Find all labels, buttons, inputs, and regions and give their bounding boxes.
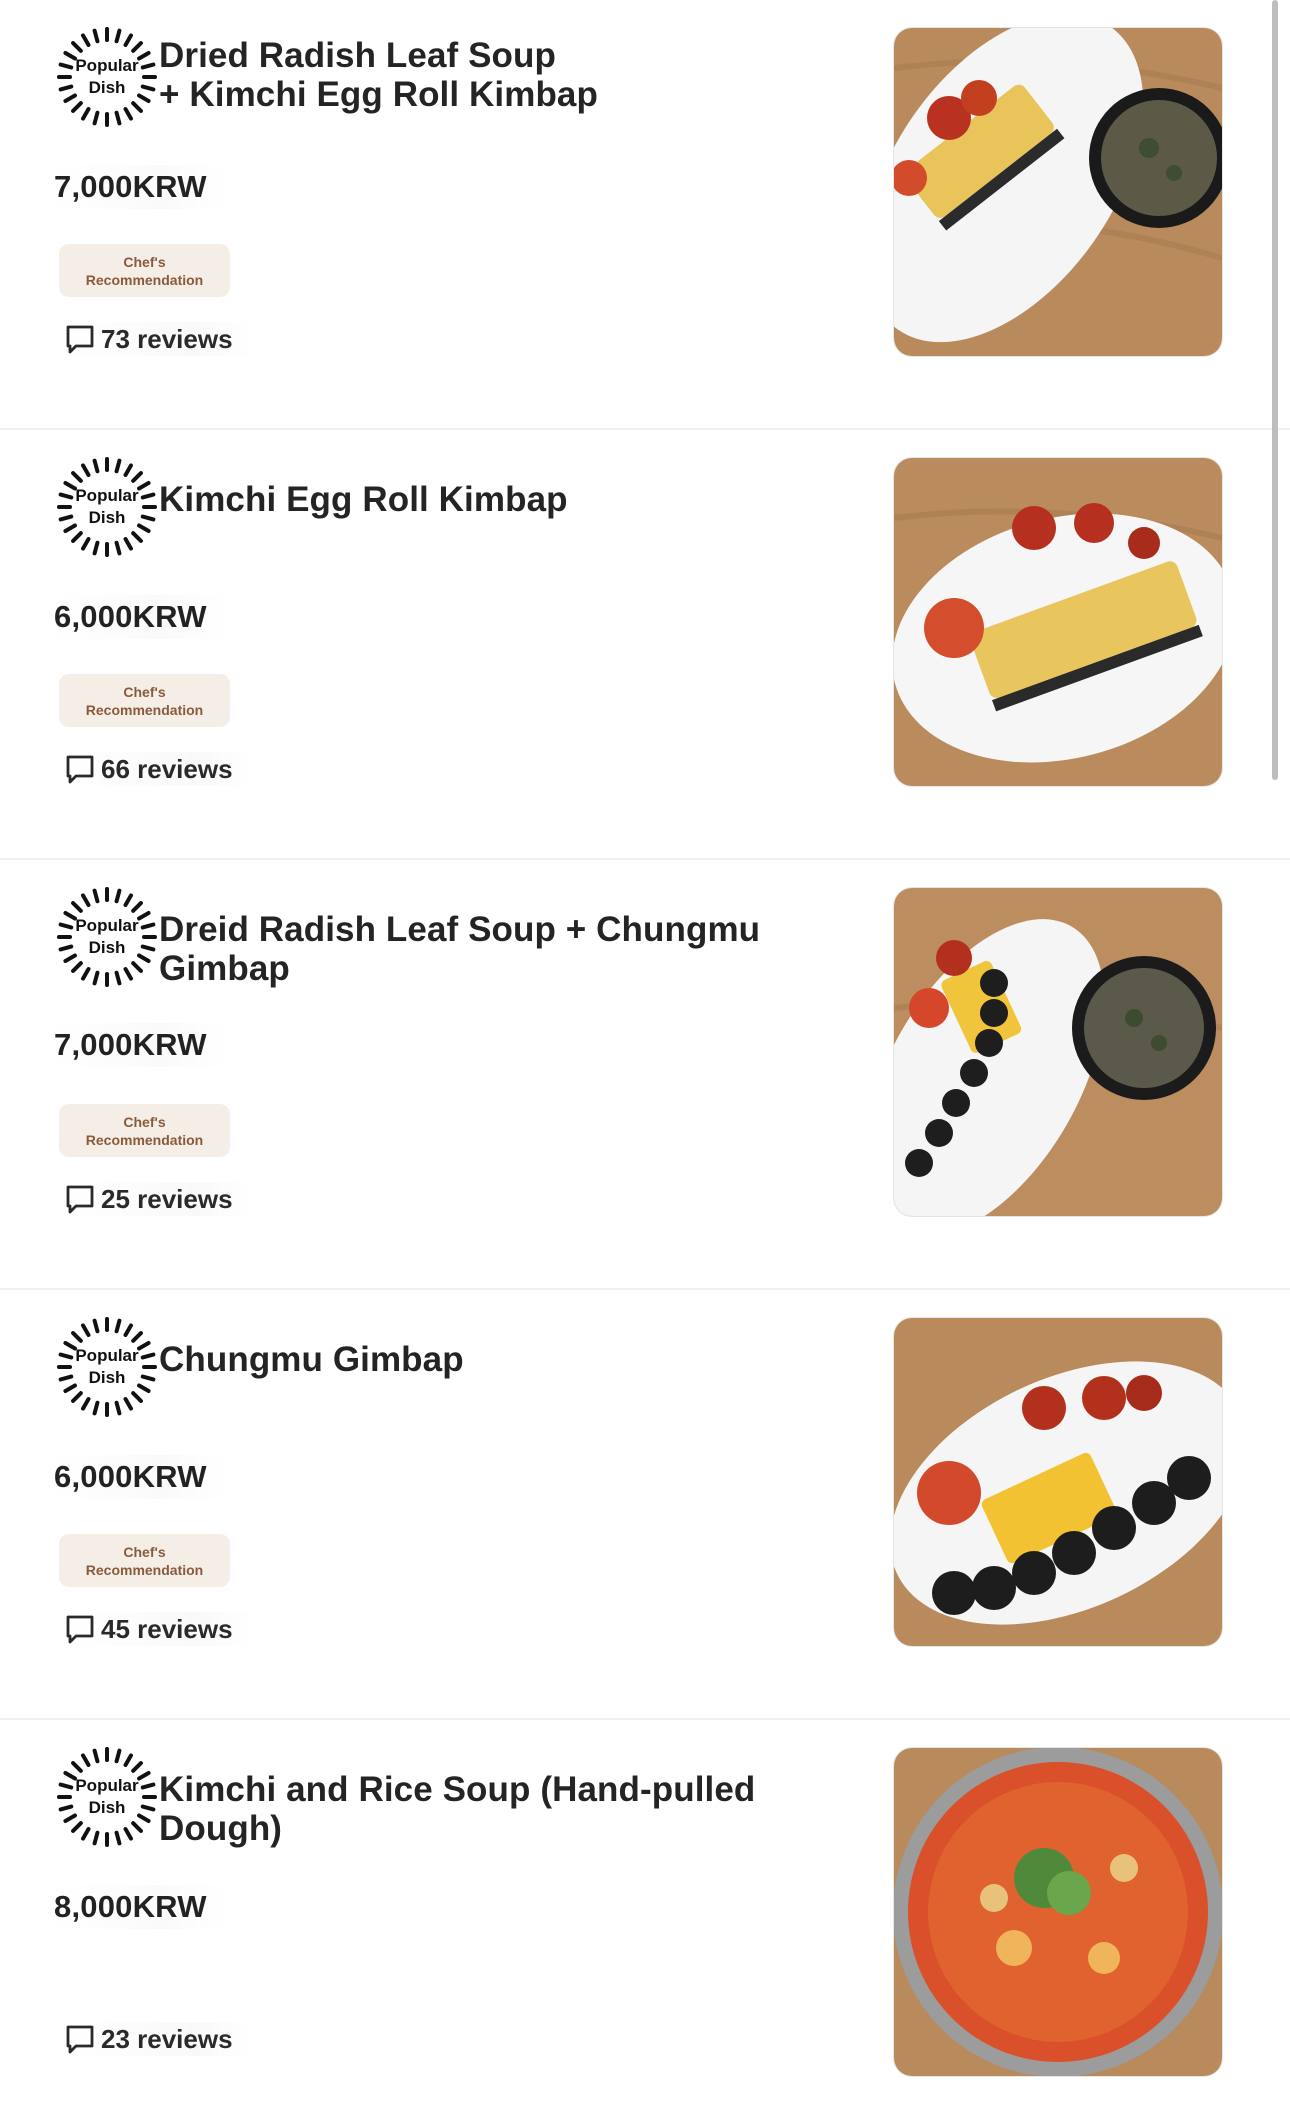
dish-name[interactable]: Chungmu Gimbap bbox=[159, 1318, 464, 1379]
popular-dish-badge: Popular Dish bbox=[57, 27, 157, 127]
comment-icon bbox=[66, 325, 94, 354]
reviews-count: 23 reviews bbox=[101, 2023, 233, 2054]
menu-item[interactable]: Popular Dish Dreid Radish Leaf Soup + Ch… bbox=[0, 860, 1290, 1290]
menu-item-header: Popular Dish Kimchi Egg Roll Kimbap bbox=[57, 457, 867, 557]
chef-badge-line-2: Recommendation bbox=[85, 1131, 204, 1148]
menu-page: Popular Dish Dried Radish Leaf Soup + Ki… bbox=[0, 0, 1290, 2115]
price: 8,000KRW bbox=[52, 1885, 231, 1929]
menu-item-header: Popular Dish Dried Radish Leaf Soup + Ki… bbox=[57, 27, 867, 127]
menu-item-header: Popular Dish Chungmu Gimbap bbox=[57, 1317, 867, 1417]
badge-line-2: Dish bbox=[88, 1798, 126, 1817]
chef-badge-line-2: Recommendation bbox=[85, 271, 204, 288]
popular-dish-badge: Popular Dish bbox=[57, 887, 157, 987]
badge-line-1: Popular bbox=[75, 916, 139, 935]
popular-dish-badge: Popular Dish bbox=[57, 1747, 157, 1847]
menu-item[interactable]: Popular Dish Kimchi Egg Roll Kimbap 6,00… bbox=[0, 430, 1290, 860]
comment-icon bbox=[66, 2025, 94, 2054]
chef-badge-line-1: Chef's bbox=[123, 683, 166, 700]
dish-name[interactable]: Kimchi and Rice Soup (Hand-pulled Dough) bbox=[159, 1748, 867, 1848]
chungmu-gimbap-photo[interactable] bbox=[894, 1318, 1222, 1646]
chef-recommendation-badge: Chef's Recommendation bbox=[59, 674, 230, 727]
reviews-count: 25 reviews bbox=[101, 1183, 233, 1214]
chef-badge-line-1: Chef's bbox=[123, 1543, 166, 1560]
badge-line-1: Popular bbox=[75, 1776, 139, 1795]
badge-line-2: Dish bbox=[88, 938, 126, 957]
badge-line-1: Popular bbox=[75, 56, 139, 75]
reviews-link[interactable]: 45 reviews bbox=[63, 1612, 253, 1646]
dish-name-line-2: + Kimchi Egg Roll Kimbap bbox=[159, 75, 598, 114]
chef-recommendation-badge: Chef's Recommendation bbox=[59, 244, 230, 297]
badge-line-2: Dish bbox=[88, 78, 126, 97]
dish-name-line-1: Kimchi and Rice Soup (Hand-pulled Dough) bbox=[159, 1770, 756, 1848]
kimchi-soup-photo[interactable] bbox=[894, 1748, 1222, 2076]
chef-badge-line-1: Chef's bbox=[123, 1113, 166, 1130]
reviews-count: 45 reviews bbox=[101, 1613, 233, 1644]
dish-name-line-1: Kimchi Egg Roll Kimbap bbox=[159, 480, 568, 519]
menu-item[interactable]: Popular Dish Kimchi and Rice Soup (Hand-… bbox=[0, 1720, 1290, 2115]
price: 6,000KRW bbox=[52, 1455, 231, 1499]
badge-line-2: Dish bbox=[88, 1368, 126, 1387]
comment-icon bbox=[66, 755, 94, 784]
dish-name-line-1: Chungmu Gimbap bbox=[159, 1340, 464, 1379]
chef-badge-line-2: Recommendation bbox=[85, 1561, 204, 1578]
dish-name-line-1: Dreid Radish Leaf Soup + Chungmu Gimbap bbox=[159, 910, 761, 988]
badge-line-1: Popular bbox=[75, 486, 139, 505]
dish-name-line-1: Dried Radish Leaf Soup bbox=[159, 36, 556, 75]
menu-item[interactable]: Popular Dish Chungmu Gimbap 6,000KRW Che… bbox=[0, 1290, 1290, 1720]
reviews-link[interactable]: 66 reviews bbox=[63, 752, 253, 786]
reviews-count: 73 reviews bbox=[101, 323, 233, 354]
chef-badge-line-1: Chef's bbox=[123, 253, 166, 270]
egg-roll-kimbap-photo[interactable] bbox=[894, 458, 1222, 786]
dish-name[interactable]: Dreid Radish Leaf Soup + Chungmu Gimbap bbox=[159, 888, 867, 988]
price: 7,000KRW bbox=[52, 1023, 231, 1067]
badge-line-1: Popular bbox=[75, 1346, 139, 1365]
chef-recommendation-badge: Chef's Recommendation bbox=[59, 1104, 230, 1157]
menu-list: Popular Dish Dried Radish Leaf Soup + Ki… bbox=[0, 0, 1290, 2115]
comment-icon bbox=[66, 1615, 94, 1644]
dish-name[interactable]: Dried Radish Leaf Soup + Kimchi Egg Roll… bbox=[159, 28, 598, 114]
reviews-count: 66 reviews bbox=[101, 753, 233, 784]
egg-roll-kimbap-with-soup-photo[interactable] bbox=[894, 28, 1222, 356]
menu-item-header: Popular Dish Dreid Radish Leaf Soup + Ch… bbox=[57, 887, 867, 988]
menu-item[interactable]: Popular Dish Dried Radish Leaf Soup + Ki… bbox=[0, 0, 1290, 430]
reviews-link[interactable]: 25 reviews bbox=[63, 1182, 253, 1216]
popular-dish-badge: Popular Dish bbox=[57, 1317, 157, 1417]
comment-icon bbox=[66, 1185, 94, 1214]
price: 6,000KRW bbox=[52, 595, 231, 639]
reviews-link[interactable]: 73 reviews bbox=[63, 322, 253, 356]
chef-recommendation-badge: Chef's Recommendation bbox=[59, 1534, 230, 1587]
chef-badge-line-2: Recommendation bbox=[85, 701, 204, 718]
chungmu-gimbap-with-soup-photo[interactable] bbox=[894, 888, 1222, 1216]
price: 7,000KRW bbox=[52, 165, 231, 209]
scrollbar-thumb[interactable] bbox=[1272, 0, 1278, 780]
menu-item-header: Popular Dish Kimchi and Rice Soup (Hand-… bbox=[57, 1747, 867, 1848]
dish-name[interactable]: Kimchi Egg Roll Kimbap bbox=[159, 458, 568, 519]
reviews-link[interactable]: 23 reviews bbox=[63, 2022, 253, 2056]
popular-dish-badge: Popular Dish bbox=[57, 457, 157, 557]
badge-line-2: Dish bbox=[88, 508, 126, 527]
